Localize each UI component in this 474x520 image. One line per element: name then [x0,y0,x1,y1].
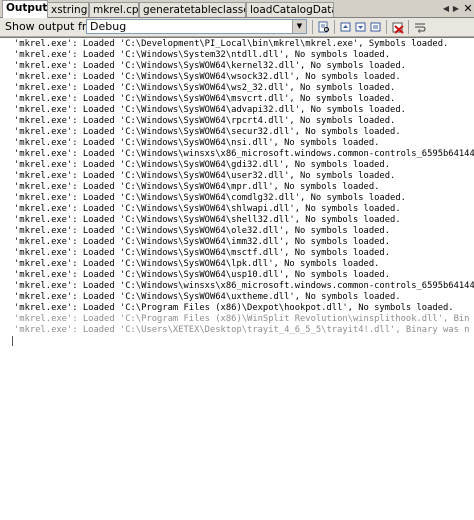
output-line: 'mkrel.exe': Loaded 'C:\Windows\SysWOW64… [14,226,391,236]
output-line: 'mkrel.exe': Loaded 'C:\Windows\SysWOW64… [14,72,401,82]
output-line: 'mkrel.exe': Loaded 'C:\Development\PI_L… [14,39,449,49]
toolbar-separator [334,20,335,34]
output-line: 'mkrel.exe': Loaded 'C:\Windows\SysWOW64… [14,193,406,203]
output-line: 'mkrel.exe': Loaded 'C:\Windows\SysWOW64… [14,160,391,170]
toolbar-separator [312,20,313,34]
text-caret [12,336,13,346]
close-icon[interactable]: ✕ [462,2,474,15]
tab-output[interactable]: Output [2,0,48,18]
output-line: 'mkrel.exe': Loaded 'C:\Windows\SysWOW64… [14,248,391,258]
tab-generatetableclasses-cpp[interactable]: generatetableclasses.cpp [139,2,246,17]
find-source-icon[interactable] [317,20,331,34]
output-line: 'mkrel.exe': Loaded 'C:\Windows\SysWOW64… [14,116,396,126]
output-line: 'mkrel.exe': Loaded 'C:\Windows\SysWOW64… [14,215,401,225]
clear-all-icon[interactable] [391,20,405,34]
output-line: 'mkrel.exe': Loaded 'C:\Windows\SysWOW64… [14,127,401,137]
tab-mkrel-cpp[interactable]: mkrel.cpp [89,2,139,17]
output-line: 'mkrel.exe': Loaded 'C:\Windows\SysWOW64… [14,204,401,214]
output-toolbar: Show output from: Debug ▼ [0,18,474,37]
output-line: 'mkrel.exe': Loaded 'C:\Windows\SysWOW64… [14,94,396,104]
output-line: 'mkrel.exe': Loaded 'C:\Windows\SysWOW64… [14,182,380,192]
next-message-icon[interactable] [354,20,368,34]
output-source-value: Debug [90,20,127,33]
output-line: 'mkrel.exe': Loaded 'C:\Windows\winsxs\x… [14,149,474,159]
output-source-dropdown[interactable]: Debug ▼ [86,19,307,34]
output-line: 'mkrel.exe': Loaded 'C:\Program Files (x… [14,303,454,313]
chevron-down-icon[interactable]: ▼ [292,20,306,33]
output-line: 'mkrel.exe': Loaded 'C:\Windows\SysWOW64… [14,292,401,302]
output-line: 'mkrel.exe': Loaded 'C:\Windows\SysWOW64… [14,259,380,269]
output-line: 'mkrel.exe': Loaded 'C:\Windows\winsxs\x… [14,281,474,291]
tab-scroll-right-icon[interactable]: ▶ [450,3,462,15]
output-line: 'mkrel.exe': Loaded 'C:\Windows\SysWOW64… [14,105,406,115]
tab-loadcatalogdata-cpp[interactable]: loadCatalogData.cpp [246,2,334,17]
output-line: 'mkrel.exe': Loaded 'C:\Windows\SysWOW64… [14,61,406,71]
output-line: 'mkrel.exe': Loaded 'C:\Windows\SysWOW64… [14,138,380,148]
toolbar-separator [386,20,387,34]
output-line: 'mkrel.exe': Loaded 'C:\Windows\SysWOW64… [14,270,391,280]
toolbar-separator [408,20,409,34]
tab-xstring-h[interactable]: xstring.h [47,2,89,17]
output-line: 'mkrel.exe': Loaded 'C:\Windows\SysWOW64… [14,83,396,93]
document-tab-strip: Output xstring.h mkrel.cpp generatetable… [0,0,474,18]
previous-message-icon[interactable] [339,20,353,34]
go-to-message-icon[interactable] [369,20,383,34]
output-line: 'mkrel.exe': Loaded 'C:\Windows\System32… [14,50,391,60]
word-wrap-icon[interactable] [413,20,427,34]
output-line: 'mkrel.exe': Loaded 'C:\Windows\SysWOW64… [14,237,391,247]
output-line: 'mkrel.exe': Loaded 'C:\Windows\SysWOW64… [14,171,396,181]
output-line: 'mkrel.exe': Loaded 'C:\Users\XETEX\Desk… [14,325,470,335]
output-text-pane[interactable]: 'mkrel.exe': Loaded 'C:\Development\PI_L… [0,37,474,520]
output-line: 'mkrel.exe': Loaded 'C:\Program Files (x… [14,314,470,324]
